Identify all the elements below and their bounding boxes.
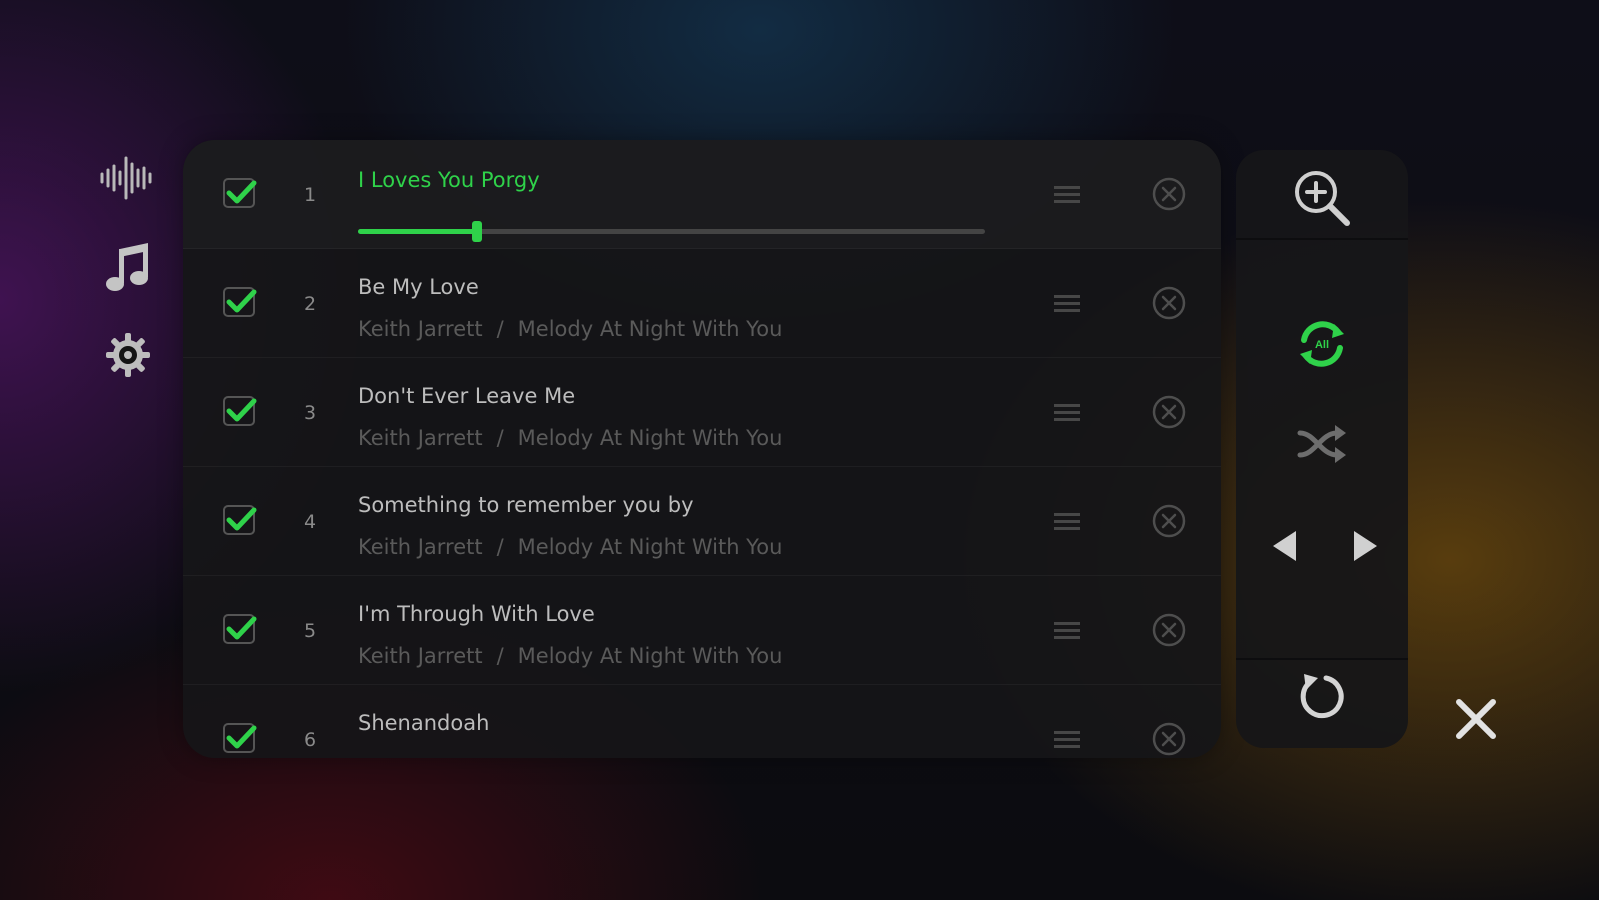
remove-track-button[interactable] xyxy=(1151,176,1187,212)
checkmark-icon xyxy=(223,287,257,317)
checkmark-icon xyxy=(223,178,257,208)
track-number: 4 xyxy=(303,511,317,533)
gear-icon xyxy=(106,333,150,377)
track-album: Melody At Night With You xyxy=(517,535,783,559)
track-title[interactable]: I Loves You Porgy xyxy=(358,168,540,192)
remove-track-button[interactable] xyxy=(1151,285,1187,321)
track-artist: Keith Jarrett xyxy=(358,535,483,559)
playlist-panel: 1 I Loves You Porgy 2 Be My Love Keith J… xyxy=(183,140,1221,758)
track-artist: Keith Jarrett xyxy=(358,426,483,450)
close-button[interactable] xyxy=(1450,693,1502,745)
track-number: 1 xyxy=(303,184,317,206)
zoom-in-icon xyxy=(1295,171,1350,226)
track-progress-slider[interactable] xyxy=(358,220,985,244)
remove-track-button[interactable] xyxy=(1151,394,1187,430)
music-note-icon xyxy=(106,243,148,291)
meta-separator: / xyxy=(496,317,504,341)
track-artist: Keith Jarrett xyxy=(358,644,483,668)
meta-separator: / xyxy=(496,644,504,668)
nav-item-music[interactable] xyxy=(96,238,160,298)
track-meta: Keith Jarrett / Melody At Night With You xyxy=(358,644,782,668)
repeat-all-icon: All xyxy=(1300,321,1344,367)
drag-handle-icon[interactable] xyxy=(1051,178,1083,210)
track-row-5[interactable]: 5 I'm Through With Love Keith Jarrett / Me… xyxy=(183,576,1221,685)
reset-button[interactable] xyxy=(1290,664,1354,728)
track-checkbox[interactable] xyxy=(223,396,257,428)
track-number: 2 xyxy=(303,293,317,315)
track-checkbox[interactable] xyxy=(223,178,257,210)
drag-handle-icon[interactable] xyxy=(1051,396,1083,428)
progress-thumb[interactable] xyxy=(472,221,483,242)
waveform-icon xyxy=(100,156,152,200)
checkmark-icon xyxy=(223,723,257,753)
nav-item-visualizer[interactable] xyxy=(96,148,160,208)
track-row-3[interactable]: 3 Don't Ever Leave Me Keith Jarrett / Melo… xyxy=(183,358,1221,467)
playback-controls-panel: All xyxy=(1236,150,1408,748)
track-checkbox[interactable] xyxy=(223,723,257,755)
track-checkbox[interactable] xyxy=(223,287,257,319)
checkmark-icon xyxy=(223,396,257,426)
track-meta: Keith Jarrett / Melody At Night With You xyxy=(358,535,782,559)
track-row-2[interactable]: 2 Be My Love Keith Jarrett / Melody At Nig… xyxy=(183,249,1221,358)
track-checkbox[interactable] xyxy=(223,614,257,646)
drag-handle-icon[interactable] xyxy=(1051,505,1083,537)
previous-button[interactable] xyxy=(1258,520,1310,572)
remove-track-button[interactable] xyxy=(1151,503,1187,539)
divider xyxy=(1236,658,1408,660)
remove-track-button[interactable] xyxy=(1151,721,1187,757)
progress-fill xyxy=(358,229,478,234)
refresh-icon xyxy=(1300,674,1344,719)
close-circle-icon xyxy=(1152,722,1186,756)
track-album: Melody At Night With You xyxy=(517,426,783,450)
meta-separator: / xyxy=(496,535,504,559)
previous-icon xyxy=(1273,531,1296,561)
next-icon xyxy=(1354,531,1377,561)
track-number: 3 xyxy=(303,402,317,424)
meta-separator: / xyxy=(496,426,504,450)
drag-handle-icon[interactable] xyxy=(1051,287,1083,319)
close-circle-icon xyxy=(1152,286,1186,320)
checkmark-icon xyxy=(223,614,257,644)
nav-item-settings[interactable] xyxy=(96,325,160,385)
repeat-mode-label: All xyxy=(1315,339,1329,351)
track-artist: Keith Jarrett xyxy=(358,317,483,341)
track-meta: Keith Jarrett / Melody At Night With You xyxy=(358,317,782,341)
track-row-1[interactable]: 1 I Loves You Porgy xyxy=(183,140,1221,249)
close-circle-icon xyxy=(1152,177,1186,211)
track-checkbox[interactable] xyxy=(223,505,257,537)
track-title[interactable]: Be My Love xyxy=(358,275,479,299)
drag-handle-icon[interactable] xyxy=(1051,723,1083,755)
track-row-6[interactable]: 6 Shenandoah xyxy=(183,685,1221,758)
shuffle-button[interactable] xyxy=(1290,418,1354,470)
close-circle-icon xyxy=(1152,613,1186,647)
close-icon xyxy=(1456,699,1496,739)
checkmark-icon xyxy=(223,505,257,535)
track-meta: Keith Jarrett / Melody At Night With You xyxy=(358,426,782,450)
remove-track-button[interactable] xyxy=(1151,612,1187,648)
drag-handle-icon[interactable] xyxy=(1051,614,1083,646)
track-title[interactable]: Shenandoah xyxy=(358,711,489,735)
track-album: Melody At Night With You xyxy=(517,317,783,341)
track-title[interactable]: Something to remember you by xyxy=(358,493,694,517)
shuffle-icon xyxy=(1297,425,1346,463)
track-number: 5 xyxy=(303,620,317,642)
repeat-mode-button[interactable]: All xyxy=(1282,312,1362,376)
zoom-button[interactable] xyxy=(1286,162,1358,234)
track-title[interactable]: I'm Through With Love xyxy=(358,602,595,626)
track-number: 6 xyxy=(303,729,317,751)
divider xyxy=(1236,238,1408,240)
track-album: Melody At Night With You xyxy=(517,644,783,668)
close-circle-icon xyxy=(1152,504,1186,538)
track-row-4[interactable]: 4 Something to remember you by Keith Jar… xyxy=(183,467,1221,576)
next-button[interactable] xyxy=(1340,520,1392,572)
close-circle-icon xyxy=(1152,395,1186,429)
track-title[interactable]: Don't Ever Leave Me xyxy=(358,384,575,408)
